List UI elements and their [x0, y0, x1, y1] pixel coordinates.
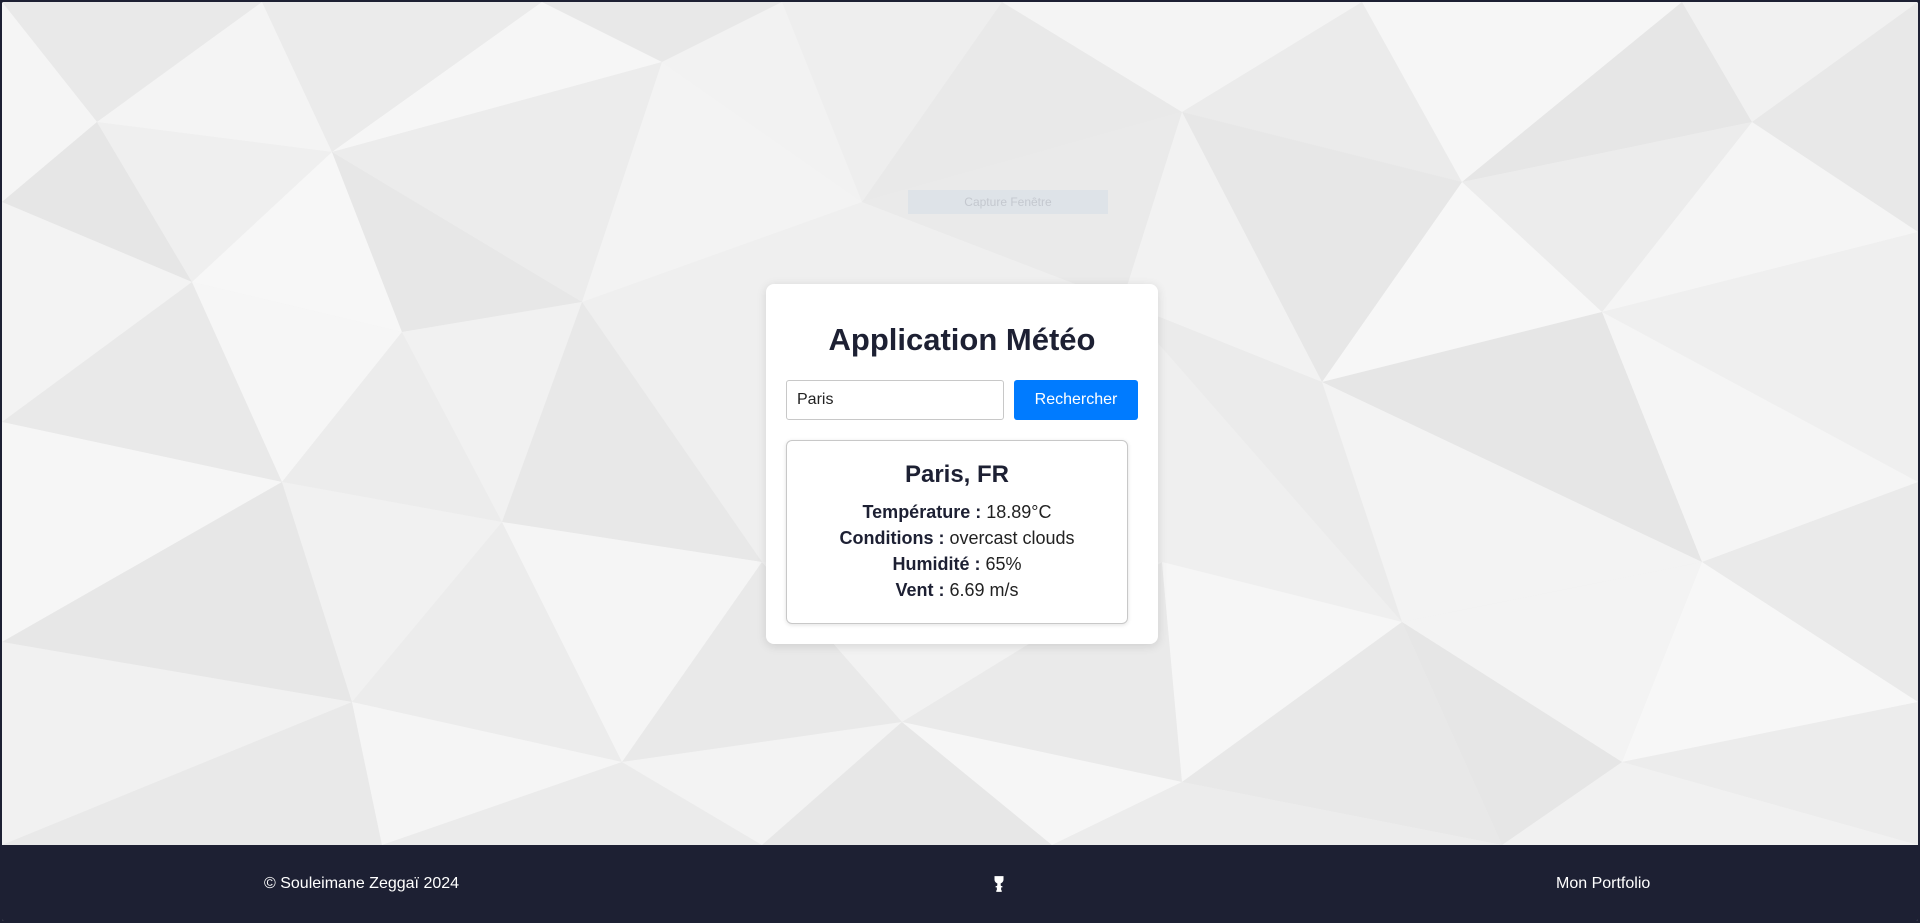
copyright-text: © Souleimane Zeggaï 2024 — [264, 875, 460, 892]
capture-window-overlay: Capture Fenêtre — [908, 190, 1108, 214]
app-window: Capture Fenêtre Application Météo Recher… — [0, 0, 1920, 923]
temperature-row: Température : 18.89°C — [787, 499, 1127, 525]
conditions-row: Conditions : overcast clouds — [787, 525, 1127, 551]
wind-value: 6.69 m/s — [949, 580, 1019, 600]
github-icon[interactable] — [990, 875, 1008, 893]
weather-details: Température : 18.89°C Conditions : overc… — [787, 499, 1127, 603]
humidity-label: Humidité : — [892, 554, 981, 574]
conditions-value: overcast clouds — [949, 528, 1075, 548]
city-search-input[interactable] — [786, 380, 1004, 420]
conditions-label: Conditions : — [839, 528, 945, 548]
city-name: Paris, FR — [904, 461, 1010, 488]
wind-label: Vent : — [895, 580, 945, 600]
temperature-label: Température : — [862, 502, 982, 522]
page-title: Application Météo — [828, 322, 1096, 357]
footer: © Souleimane Zeggaï 2024 Mon Portfolio — [2, 845, 1918, 921]
wind-row: Vent : 6.69 m/s — [787, 577, 1127, 603]
search-button[interactable]: Rechercher — [1014, 380, 1138, 420]
weather-card: Application Météo Rechercher Paris, FR T… — [766, 284, 1158, 644]
humidity-row: Humidité : 65% — [787, 551, 1127, 577]
humidity-value: 65% — [985, 554, 1022, 574]
temperature-value: 18.89°C — [986, 502, 1052, 522]
weather-result-panel: Paris, FR Température : 18.89°C Conditio… — [786, 440, 1128, 624]
portfolio-link[interactable]: Mon Portfolio — [1556, 875, 1650, 893]
